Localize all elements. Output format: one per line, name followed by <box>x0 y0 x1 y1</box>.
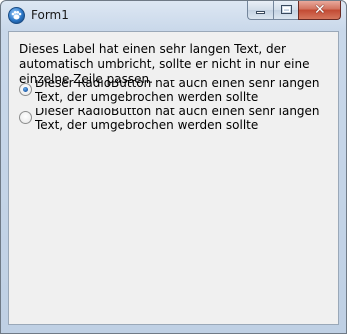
minimize-button[interactable] <box>247 1 273 20</box>
app-icon[interactable] <box>8 7 25 24</box>
caption-buttons: ✕ <box>247 1 341 21</box>
main-window: Form1 ✕ Dieses Label hat einen sehr lang… <box>0 0 347 334</box>
maximize-icon <box>281 5 292 14</box>
radio-button-2-label[interactable]: Dieser RadioButton hat auch einen sehr l… <box>35 108 337 133</box>
radio-unchecked-icon[interactable] <box>19 111 32 124</box>
radio-button-2[interactable]: Dieser RadioButton hat auch einen sehr l… <box>19 108 337 136</box>
radio-checked-icon[interactable] <box>19 83 32 96</box>
title-bar[interactable]: Form1 ✕ <box>1 1 346 31</box>
form-client-area: Dieses Label hat einen sehr langen Text,… <box>8 31 339 325</box>
close-button[interactable]: ✕ <box>298 1 341 20</box>
radio-button-1[interactable]: Dieser RadioButton hat auch einen sehr l… <box>19 80 337 108</box>
radio-button-1-label[interactable]: Dieser RadioButton hat auch einen sehr l… <box>35 80 337 105</box>
close-icon: ✕ <box>314 2 326 18</box>
maximize-button[interactable] <box>273 1 298 20</box>
minimize-icon <box>256 11 265 14</box>
window-title: Form1 <box>31 8 69 22</box>
